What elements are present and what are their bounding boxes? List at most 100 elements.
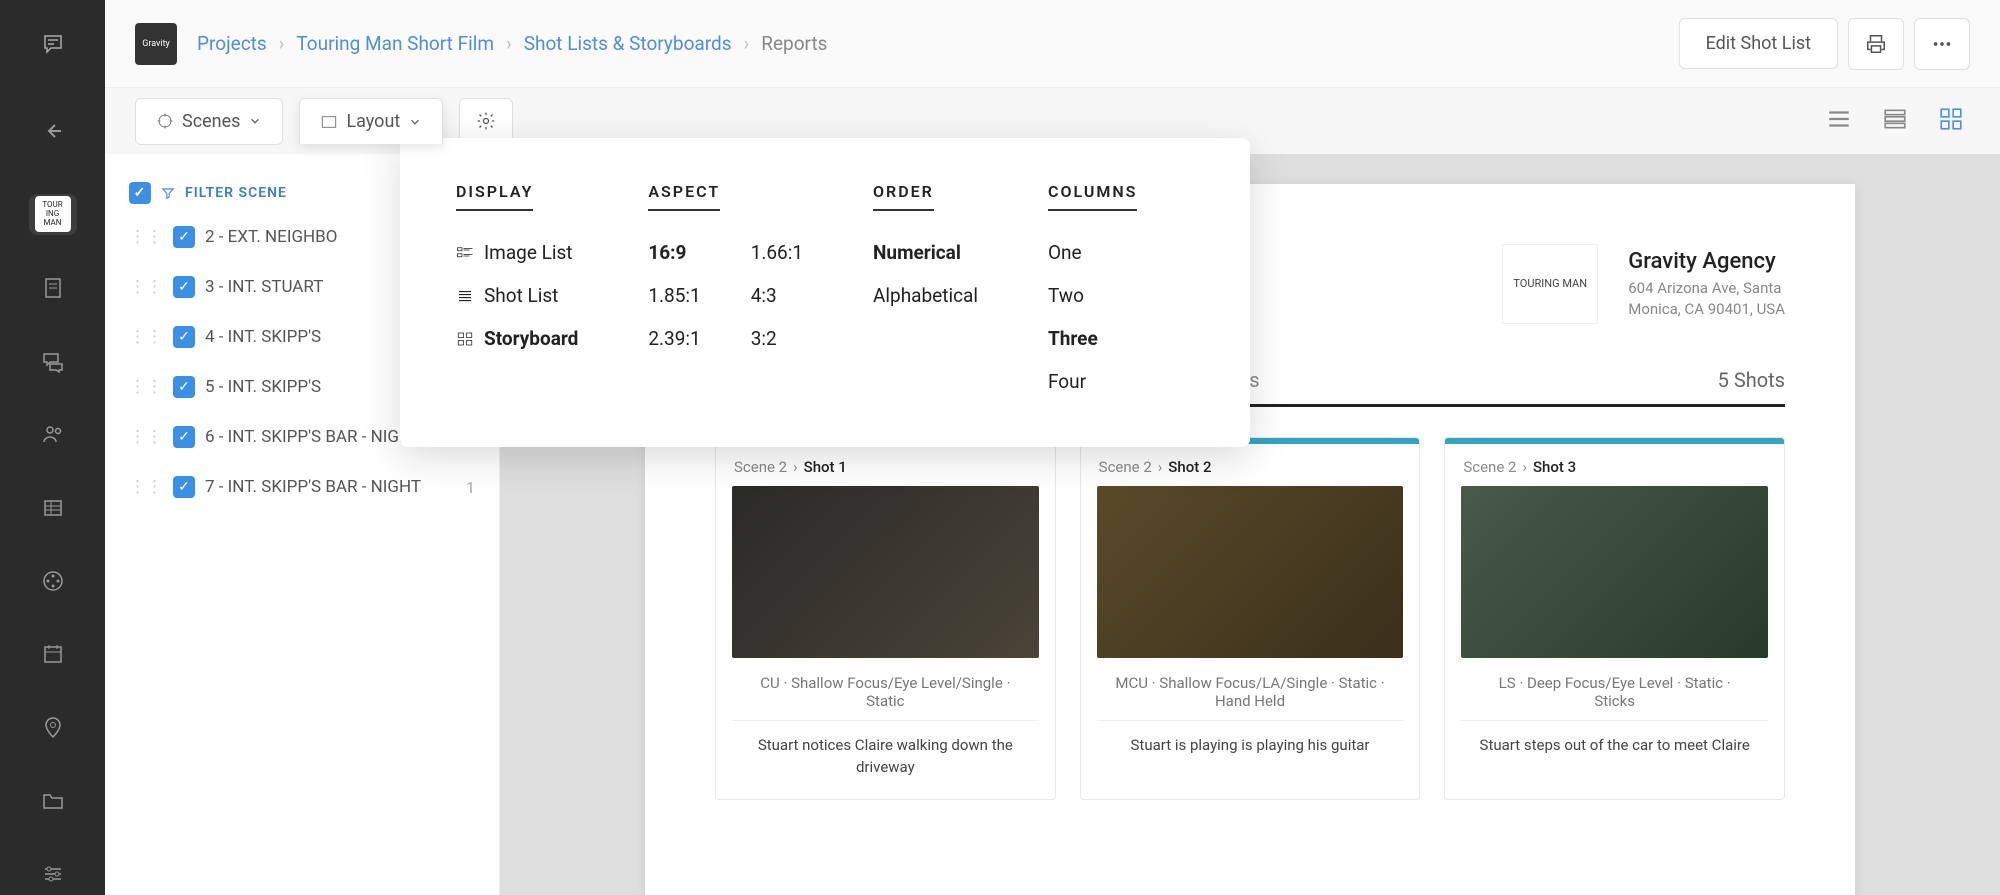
sliders-icon	[41, 862, 65, 886]
shot-list-icon	[456, 287, 474, 305]
display-option-image-list[interactable]: Image List	[456, 231, 578, 274]
shot-thumbnail[interactable]	[1461, 486, 1768, 658]
aspect-option-16-9[interactable]: 16:9	[648, 231, 700, 274]
popover-col-display: DISPLAY Image List Shot List Storyboard	[456, 182, 578, 403]
view-list-button[interactable]	[1820, 100, 1858, 142]
scene-label: 3 - INT. STUART	[205, 277, 323, 297]
drag-handle-icon[interactable]: ⋮⋮	[129, 477, 163, 497]
rail-item-reel[interactable]	[29, 560, 77, 601]
filter-label: FILTER SCENE	[185, 185, 287, 201]
shot-card[interactable]: Scene 2 › Shot 3 LS · Deep Focus/Eye Lev…	[1444, 437, 1785, 800]
layout-dropdown[interactable]: Layout	[299, 98, 443, 144]
rail-item-list[interactable]	[29, 487, 77, 528]
card-shot-label: Shot 1	[804, 458, 847, 476]
agency-name: Gravity Agency	[1628, 249, 1785, 274]
scene-label: 2 - EXT. NEIGHBO	[205, 227, 337, 247]
shot-description: Stuart is playing is playing his guitar	[1081, 721, 1420, 777]
folder-icon	[41, 789, 65, 813]
view-rows-button[interactable]	[1876, 100, 1914, 142]
display-option-storyboard[interactable]: Storyboard	[456, 317, 578, 360]
agency-logo: TOURING MAN	[1502, 244, 1598, 324]
rail-project[interactable]: TOURINGMAN	[29, 194, 77, 235]
shot-description: Stuart notices Claire walking down the d…	[716, 721, 1055, 799]
layout-label: Layout	[346, 111, 400, 132]
scene-label: 6 - INT. SKIPP'S BAR - NIGHT	[205, 427, 421, 447]
rows-view-icon	[1882, 106, 1908, 132]
rail-item-calendar[interactable]	[29, 634, 77, 675]
crumb-projects[interactable]: Projects	[197, 32, 267, 55]
crumb-project[interactable]: Touring Man Short Film	[296, 32, 494, 55]
aspect-option-3-2[interactable]: 3:2	[751, 317, 803, 360]
shot-meta: CU · Shallow Focus/Eye Level/Single · St…	[732, 658, 1039, 721]
aspect-option-239-1[interactable]: 2.39:1	[648, 317, 700, 360]
scene-shot-count: 5 Shots	[1718, 368, 1785, 392]
drag-handle-icon[interactable]: ⋮⋮	[129, 327, 163, 347]
scenes-dropdown[interactable]: Scenes	[135, 98, 283, 145]
order-option-numerical[interactable]: Numerical	[873, 231, 978, 274]
card-scene-label: Scene 2	[734, 458, 787, 476]
aspect-option-185-1[interactable]: 1.85:1	[648, 274, 700, 317]
columns-option-two[interactable]: Two	[1048, 274, 1137, 317]
scene-item[interactable]: ⋮⋮ ✓ 7 - INT. SKIPP'S BAR - NIGHT 1	[119, 462, 485, 512]
columns-option-one[interactable]: One	[1048, 231, 1137, 274]
print-button[interactable]	[1848, 18, 1904, 70]
scene-checkbox[interactable]: ✓	[173, 476, 195, 498]
scene-checkbox[interactable]: ✓	[173, 376, 195, 398]
columns-option-three[interactable]: Three	[1048, 317, 1137, 360]
project-avatar[interactable]: Gravity	[135, 23, 177, 65]
drag-handle-icon[interactable]: ⋮⋮	[129, 377, 163, 397]
drag-handle-icon[interactable]: ⋮⋮	[129, 227, 163, 247]
app-header: Gravity Projects › Touring Man Short Fil…	[105, 0, 2000, 88]
card-shot-label: Shot 3	[1533, 458, 1576, 476]
shot-card[interactable]: Scene 2 › Shot 1 CU · Shallow Focus/Eye …	[715, 437, 1056, 800]
shot-meta: MCU · Shallow Focus/LA/Single · Static ·…	[1097, 658, 1404, 721]
image-list-icon	[456, 244, 474, 262]
rail-item-folder[interactable]	[29, 780, 77, 821]
filter-icon	[161, 186, 175, 200]
crumb-section[interactable]: Shot Lists & Storyboards	[524, 32, 732, 55]
crumb-current: Reports	[761, 32, 827, 55]
edit-shot-list-button[interactable]: Edit Shot List	[1679, 18, 1838, 69]
drag-handle-icon[interactable]: ⋮⋮	[129, 277, 163, 297]
shot-cards: Scene 2 › Shot 1 CU · Shallow Focus/Eye …	[715, 437, 1785, 800]
columns-option-four[interactable]: Four	[1048, 360, 1137, 403]
rail-item-sliders[interactable]	[29, 854, 77, 895]
chevron-down-icon	[248, 114, 262, 128]
popover-columns-title: COLUMNS	[1048, 182, 1137, 211]
print-icon	[1865, 33, 1887, 55]
back-button[interactable]	[29, 110, 77, 151]
gear-icon	[476, 111, 496, 131]
scene-checkbox[interactable]: ✓	[173, 226, 195, 248]
agency-addr1: 604 Arizona Ave, Santa	[1628, 278, 1785, 299]
shot-description: Stuart steps out of the car to meet Clai…	[1445, 721, 1784, 777]
rail-item-people[interactable]	[29, 414, 77, 455]
scene-checkbox[interactable]: ✓	[173, 276, 195, 298]
more-button[interactable]	[1914, 18, 1970, 70]
view-grid-button[interactable]	[1932, 100, 1970, 142]
chat-icon	[41, 349, 65, 373]
scene-checkbox[interactable]: ✓	[173, 426, 195, 448]
filter-checkbox[interactable]: ✓	[129, 182, 151, 204]
app-logo[interactable]	[25, 20, 81, 68]
rail-item-location[interactable]	[29, 707, 77, 748]
drag-handle-icon[interactable]: ⋮⋮	[129, 427, 163, 447]
shot-thumbnail[interactable]	[732, 486, 1039, 658]
left-rail: TOURINGMAN	[0, 0, 105, 895]
order-option-alphabetical[interactable]: Alphabetical	[873, 274, 978, 317]
aspect-option-166-1[interactable]: 1.66:1	[751, 231, 803, 274]
layout-popover: DISPLAY Image List Shot List Storyboard	[400, 138, 1250, 447]
card-scene-label: Scene 2	[1463, 458, 1516, 476]
shot-card[interactable]: Scene 2 › Shot 2 MCU · Shallow Focus/LA/…	[1080, 437, 1421, 800]
rail-item-docs[interactable]	[29, 267, 77, 308]
list-view-icon	[1826, 106, 1852, 132]
chevron-right-icon: ›	[793, 458, 798, 476]
popover-col-order: ORDER Numerical Alphabetical	[873, 182, 978, 403]
aspect-option-4-3[interactable]: 4:3	[751, 274, 803, 317]
display-option-shot-list[interactable]: Shot List	[456, 274, 578, 317]
shot-thumbnail[interactable]	[1097, 486, 1404, 658]
rail-item-chat[interactable]	[29, 340, 77, 381]
crosshair-icon	[156, 112, 174, 130]
scene-count: 1	[466, 478, 475, 497]
scene-checkbox[interactable]: ✓	[173, 326, 195, 348]
popover-col-aspect: ASPECT 16:9 1.85:1 2.39:1 1.66:1 4:3 3:2	[648, 182, 803, 403]
